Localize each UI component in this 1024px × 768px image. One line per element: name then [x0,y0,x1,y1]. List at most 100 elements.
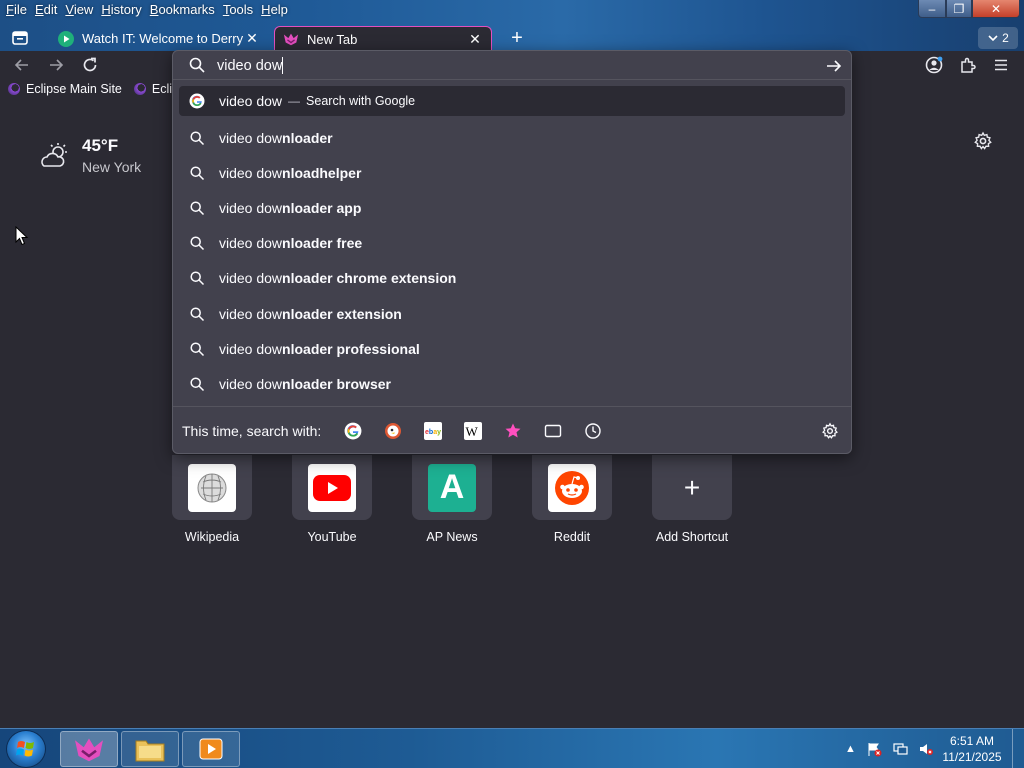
tab-close-button[interactable]: ✕ [467,31,483,48]
bookmark-label: Eclipse Main Site [26,82,122,96]
folder-icon [135,740,165,762]
search-icon [189,235,205,251]
engine-ebay-button[interactable]: ebay [413,416,453,446]
ebay-icon: ebay [424,421,443,440]
suggestion-row[interactable]: video dow nloader professional [179,331,845,366]
start-button[interactable] [6,730,46,768]
action-center-flag-icon[interactable] [866,741,882,757]
show-hidden-icons-icon[interactable]: ▲ [845,743,856,755]
shortcut-tile[interactable] [532,455,612,520]
svg-text:ebay: ebay [425,429,441,436]
wikipedia-icon [188,463,236,512]
suggestion-row[interactable]: video dow nloader [179,120,845,155]
search-icon [189,200,205,216]
maximize-button[interactable]: ❐ [946,0,972,18]
menu-bookmarks[interactable]: Bookmarks [148,0,221,20]
shortcut-tile[interactable]: A [412,455,492,520]
bookmark-eclipse-main-site[interactable]: Eclipse Main Site [0,82,126,96]
account-button[interactable] [923,54,945,76]
one-off-search-buttons: This time, search with: ebay W [173,406,851,454]
bookmarks-search-button[interactable] [493,416,533,446]
shortcut-wikipedia[interactable]: Wikipedia [172,455,252,544]
gear-icon[interactable] [821,422,839,440]
tab-title: Watch IT: Welcome to Derry - Se [82,31,244,46]
weather-widget[interactable]: 45°F New York [38,136,141,175]
urlbar [173,51,851,80]
suggestion-completion: nloader professional [282,340,420,357]
suggestion-completion: nloader free [282,235,363,252]
tabs-search-button[interactable] [533,416,573,446]
svg-text:W: W [466,424,479,439]
tab-title: New Tab [307,31,358,47]
minimize-button[interactable]: – [918,0,946,18]
minimize-icon: – [928,1,936,16]
urlbar-input[interactable] [217,56,777,76]
google-icon [344,422,362,439]
menu-edit[interactable]: Edit [33,0,63,20]
tab-overview-button[interactable] [6,27,34,49]
suggestion-typed: video dow [219,340,283,357]
urlbar-dropdown: video dow — Search with Google video dow… [172,50,852,454]
suggestion-row[interactable]: video dow nloader browser [179,366,845,401]
tab-new-tab[interactable]: New Tab ✕ [274,26,492,51]
forward-button[interactable] [45,54,67,76]
reload-button[interactable] [79,54,101,76]
engine-wikipedia-button[interactable]: W [453,416,493,446]
suggestion-row[interactable]: video dow nloader app [179,190,845,225]
play-icon [58,30,74,47]
menu-history[interactable]: History [99,0,147,20]
menu-help[interactable]: Help [259,0,294,20]
tab-watch-it[interactable]: Watch IT: Welcome to Derry - Se ✕ [50,26,268,51]
shortcut-add[interactable]: + Add Shortcut [652,455,732,544]
new-tab-button[interactable]: + [506,27,528,49]
close-window-button[interactable]: ✕ [972,0,1020,18]
history-search-button[interactable] [573,416,613,446]
shortcut-ap-news[interactable]: A AP News [412,455,492,544]
back-button[interactable] [11,54,33,76]
search-icon [189,376,205,392]
tab-close-button[interactable]: ✕ [244,30,260,47]
weather-city: New York [82,159,142,175]
shortcut-label: Wikipedia [184,530,240,544]
system-clock[interactable]: 6:51 AM 11/21/2025 [930,733,1014,765]
suggestion-completion: nloader [282,129,333,146]
extensions-button[interactable] [957,54,979,76]
taskbar-file-explorer[interactable] [121,731,179,767]
shortcut-tile[interactable] [292,455,372,520]
search-with-label: This time, search with: [182,422,322,439]
ap-news-logo-letter: A [439,468,465,506]
suggestion-row[interactable]: video dow nloader extension [179,296,845,331]
add-shortcut-tile[interactable]: + [652,455,732,520]
shortcut-label: AP News [426,530,478,544]
taskbar-media-player[interactable] [182,731,240,767]
app-menu-button[interactable] [990,54,1012,76]
hamburger-menu-icon [995,59,1007,71]
mouse-cursor-icon [15,225,29,249]
youtube-icon [308,463,356,512]
suggestion-search-with-google[interactable]: video dow — Search with Google [179,86,845,116]
search-icon [189,57,205,73]
shortcut-tile[interactable] [172,455,252,520]
suggestion-typed: video dow [219,129,283,146]
suggestions-list: video dow — Search with Google video dow… [179,86,845,402]
tab-overview-icon [12,31,28,45]
engine-google-button[interactable] [333,416,373,446]
suggestion-row[interactable]: video dow nloadhelper [179,155,845,190]
duckduckgo-icon [385,422,402,439]
taskbar-browser[interactable] [60,731,118,767]
shortcut-reddit[interactable]: Reddit [532,455,612,544]
engine-duckduckgo-button[interactable] [373,416,413,446]
show-desktop-button[interactable] [1012,729,1024,768]
list-all-tabs-button[interactable]: 2 [978,27,1018,49]
go-arrow-icon[interactable] [824,56,844,76]
suggestion-row[interactable]: video dow nloader chrome extension [179,261,845,296]
arrow-right-icon [50,59,64,71]
menu-tools[interactable]: Tools [221,0,259,20]
network-icon[interactable] [892,741,908,757]
menu-file[interactable]: File [4,0,33,20]
menu-view[interactable]: View [63,0,99,20]
shortcut-youtube[interactable]: YouTube [292,455,372,544]
suggestion-row[interactable]: video dow nloader free [179,226,845,261]
suggestion-completion: nloader chrome extension [282,270,457,287]
newtab-settings-button[interactable] [973,131,993,151]
